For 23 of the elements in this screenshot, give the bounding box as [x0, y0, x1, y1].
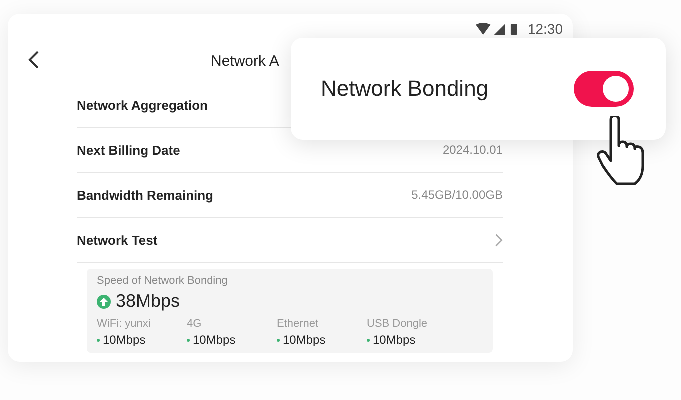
- status-time: 12:30: [528, 21, 563, 37]
- link-speed: 10Mbps: [373, 333, 416, 347]
- panel-title: Speed of Network Bonding: [97, 275, 229, 287]
- row-label: Network Aggregation: [77, 98, 208, 112]
- link-name: USB Dongle: [367, 318, 429, 330]
- screen-title: Network A: [211, 53, 280, 70]
- link-speed: 10Mbps: [103, 333, 146, 347]
- row-label: Network Test: [77, 232, 158, 248]
- toggle-switch[interactable]: [574, 71, 634, 107]
- link-speed: 10Mbps: [283, 333, 326, 347]
- link-name: WiFi: yunxi: [97, 318, 152, 330]
- link-name: 4G: [187, 318, 203, 330]
- row-value: 5.45GB/10.00GB: [412, 188, 503, 202]
- back-icon[interactable]: [28, 50, 40, 70]
- row-label: Bandwidth Remaining: [77, 188, 214, 202]
- link-name: Ethernet: [277, 318, 320, 330]
- chevron-icon[interactable]: [495, 234, 503, 246]
- toggle-label: Network Bonding: [321, 76, 489, 102]
- row-label: Next Billing Date: [77, 142, 180, 158]
- upload-icon: [97, 294, 111, 308]
- link-speed: 10Mbps: [193, 333, 236, 347]
- row-value: 2024.10.01: [442, 143, 503, 157]
- total-speed: 38Mbps: [116, 291, 180, 312]
